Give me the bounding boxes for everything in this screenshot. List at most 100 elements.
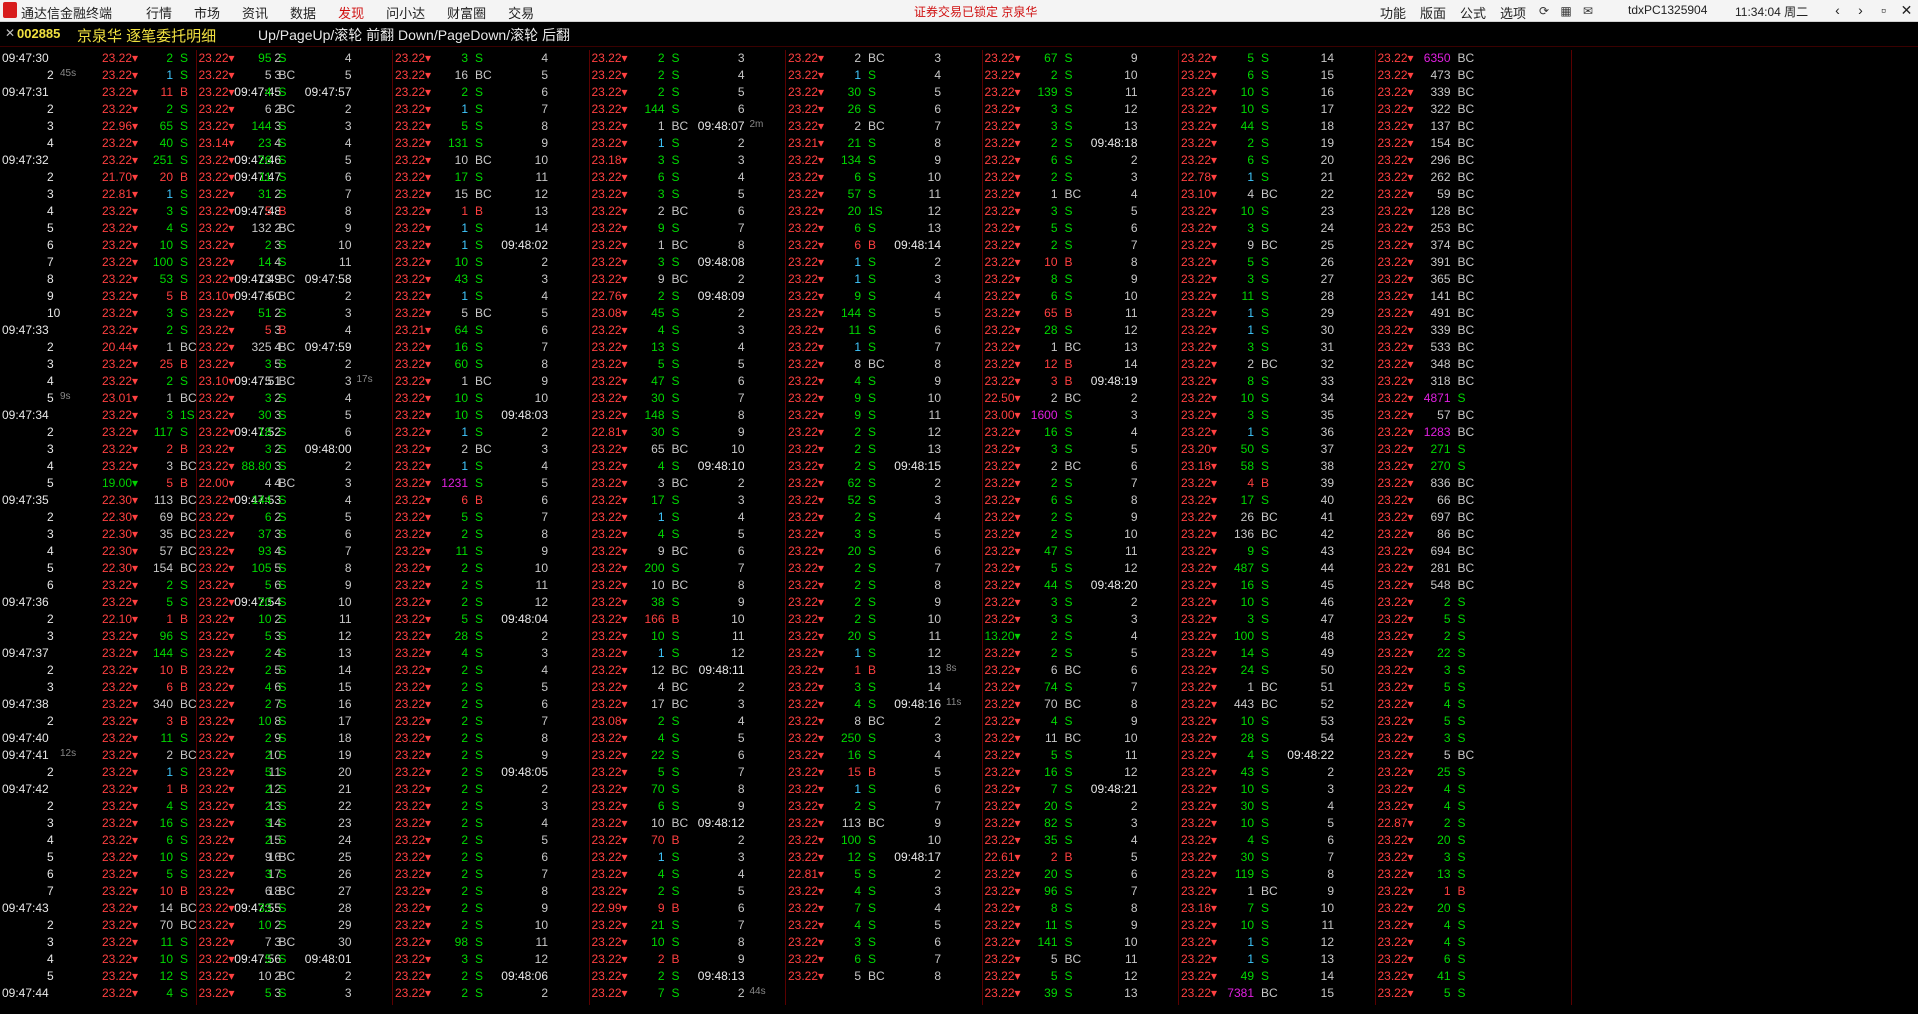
row-direction: S <box>475 629 484 643</box>
row-volume: 5 <box>657 357 665 371</box>
row-volume: 3 <box>1443 663 1451 677</box>
row-volume: 26 <box>1240 510 1254 524</box>
message-icon[interactable]: ✉ <box>1577 4 1599 18</box>
row-direction: S <box>1064 595 1073 609</box>
menu-item-function[interactable]: 功能 <box>1373 0 1413 21</box>
row-volume: 88.80 <box>241 459 272 473</box>
row-sequence: 09:48:04 <box>501 612 548 626</box>
row-volume: 4 <box>1443 697 1451 711</box>
menu-item-wealth[interactable]: 财富圈 <box>436 0 497 21</box>
row-volume: 10 <box>454 408 468 422</box>
row-volume: 154 <box>152 561 173 575</box>
row-sequence: 8 <box>737 935 745 949</box>
row-volume: 4 <box>1443 935 1451 949</box>
row-sequence: 13 <box>927 442 941 456</box>
row-volume: 9 <box>1247 238 1254 252</box>
row-volume: 5 <box>854 969 861 983</box>
forward-icon[interactable]: › <box>1849 0 1872 21</box>
row-direction: S <box>278 561 287 575</box>
row-time: 10 <box>47 306 61 320</box>
table-row: 23.22▾ 5 S <box>1376 611 1616 628</box>
row-volume: 137 <box>1430 119 1451 133</box>
row-sequence: 15 <box>1320 986 1334 1000</box>
row-sequence: 2 <box>737 272 745 286</box>
calculator-icon[interactable]: ▦ <box>1555 4 1577 18</box>
row-sequence: 12 <box>534 952 548 966</box>
table-row: 23.22▾ 491 BC <box>1376 305 1616 322</box>
row-sequence: 6 <box>934 323 941 337</box>
row-volume: 2 <box>1050 170 1058 184</box>
row-sequence: 09:48:05 <box>501 765 548 779</box>
row-volume: 5 <box>1050 969 1058 983</box>
row-volume: 2 <box>264 799 272 813</box>
row-direction: S <box>1261 731 1270 745</box>
row-volume: 7 <box>854 901 861 915</box>
row-sequence: 30 <box>1320 323 1334 337</box>
row-sequence: 8 <box>737 782 745 796</box>
menu-item-formula[interactable]: 公式 <box>1453 0 1493 21</box>
back-icon[interactable]: ‹ <box>1826 0 1849 21</box>
row-sequence: 09:48:02 <box>501 238 548 252</box>
row-volume: 2 <box>1247 357 1254 371</box>
row-direction: S <box>868 646 877 660</box>
row-volume: 2 <box>1443 595 1451 609</box>
row-volume: 30 <box>258 408 272 422</box>
row-volume: 3 <box>1247 340 1254 354</box>
row-volume: 62 <box>847 476 861 490</box>
panel-close-icon[interactable]: ✕ <box>5 26 15 40</box>
menu-item-layout[interactable]: 版面 <box>1413 0 1453 21</box>
menu-item-news[interactable]: 资讯 <box>231 0 279 21</box>
refresh-icon[interactable]: ⟳ <box>1533 4 1555 18</box>
row-direction: BC <box>475 153 492 167</box>
row-direction: S <box>1064 561 1073 575</box>
row-volume: 70 <box>159 918 173 932</box>
row-direction: S <box>1457 442 1466 456</box>
row-volume: 348 <box>1430 357 1451 371</box>
row-time: 2 <box>47 170 54 184</box>
row-sequence: 2 <box>737 680 745 694</box>
restore-icon[interactable]: ▫ <box>1872 0 1895 21</box>
row-volume: 10 <box>651 629 665 643</box>
row-direction: S <box>475 459 484 473</box>
row-direction: S <box>868 748 877 762</box>
trade-lock-notice[interactable]: 证券交易已锁定 京泉华 <box>914 3 1037 20</box>
menu-item-discover[interactable]: 发现 <box>327 0 375 21</box>
row-volume: 10 <box>454 255 468 269</box>
order-detail-grid[interactable]: 09:47:30 23.22▾ 2 S 2 2 23.22▾ 1 S 3 45s 09:47:31 23… <box>0 50 1918 1010</box>
row-direction: BC <box>1261 510 1278 524</box>
menu-item-trade[interactable]: 交易 <box>497 0 545 21</box>
row-sequence: 26 <box>1320 255 1334 269</box>
table-row: 23.22▾ 281 BC <box>1376 560 1616 577</box>
row-direction: S <box>1261 969 1270 983</box>
row-volume: 11 <box>848 323 861 337</box>
row-sequence: 7 <box>344 544 352 558</box>
row-volume: 3 <box>1443 731 1451 745</box>
row-volume: 2 <box>166 442 173 456</box>
row-direction: S <box>1064 833 1073 847</box>
row-volume: 3 <box>166 459 173 473</box>
row-volume: 4 <box>264 289 272 303</box>
row-volume: 5 <box>264 204 272 218</box>
menu-item-data[interactable]: 数据 <box>279 0 327 21</box>
row-direction: S <box>1261 765 1270 779</box>
row-direction: S <box>278 170 287 184</box>
row-sequence: 6 <box>934 935 941 949</box>
menu-item-options[interactable]: 选项 <box>1493 0 1533 21</box>
close-icon[interactable]: ✕ <box>1895 0 1918 21</box>
row-volume: 4 <box>657 867 665 881</box>
menu-item-quotes[interactable]: 行情 <box>135 0 183 21</box>
row-volume: 5 <box>461 510 468 524</box>
menu-item-ask[interactable]: 问小达 <box>375 0 436 21</box>
row-sequence: 2 <box>934 714 941 728</box>
row-volume: 9 <box>264 850 272 864</box>
row-sequence: 09:48:07 <box>697 119 745 133</box>
row-direction: B <box>1064 357 1073 371</box>
row-sequence: 4 <box>737 867 745 881</box>
row-volume: 9 <box>854 408 861 422</box>
row-sequence: 2 <box>344 969 352 983</box>
row-direction: S <box>475 782 484 796</box>
row-volume: 2 <box>461 731 468 745</box>
row-sequence: 7 <box>737 561 745 575</box>
row-volume: 2 <box>854 459 861 473</box>
menu-item-market[interactable]: 市场 <box>183 0 231 21</box>
